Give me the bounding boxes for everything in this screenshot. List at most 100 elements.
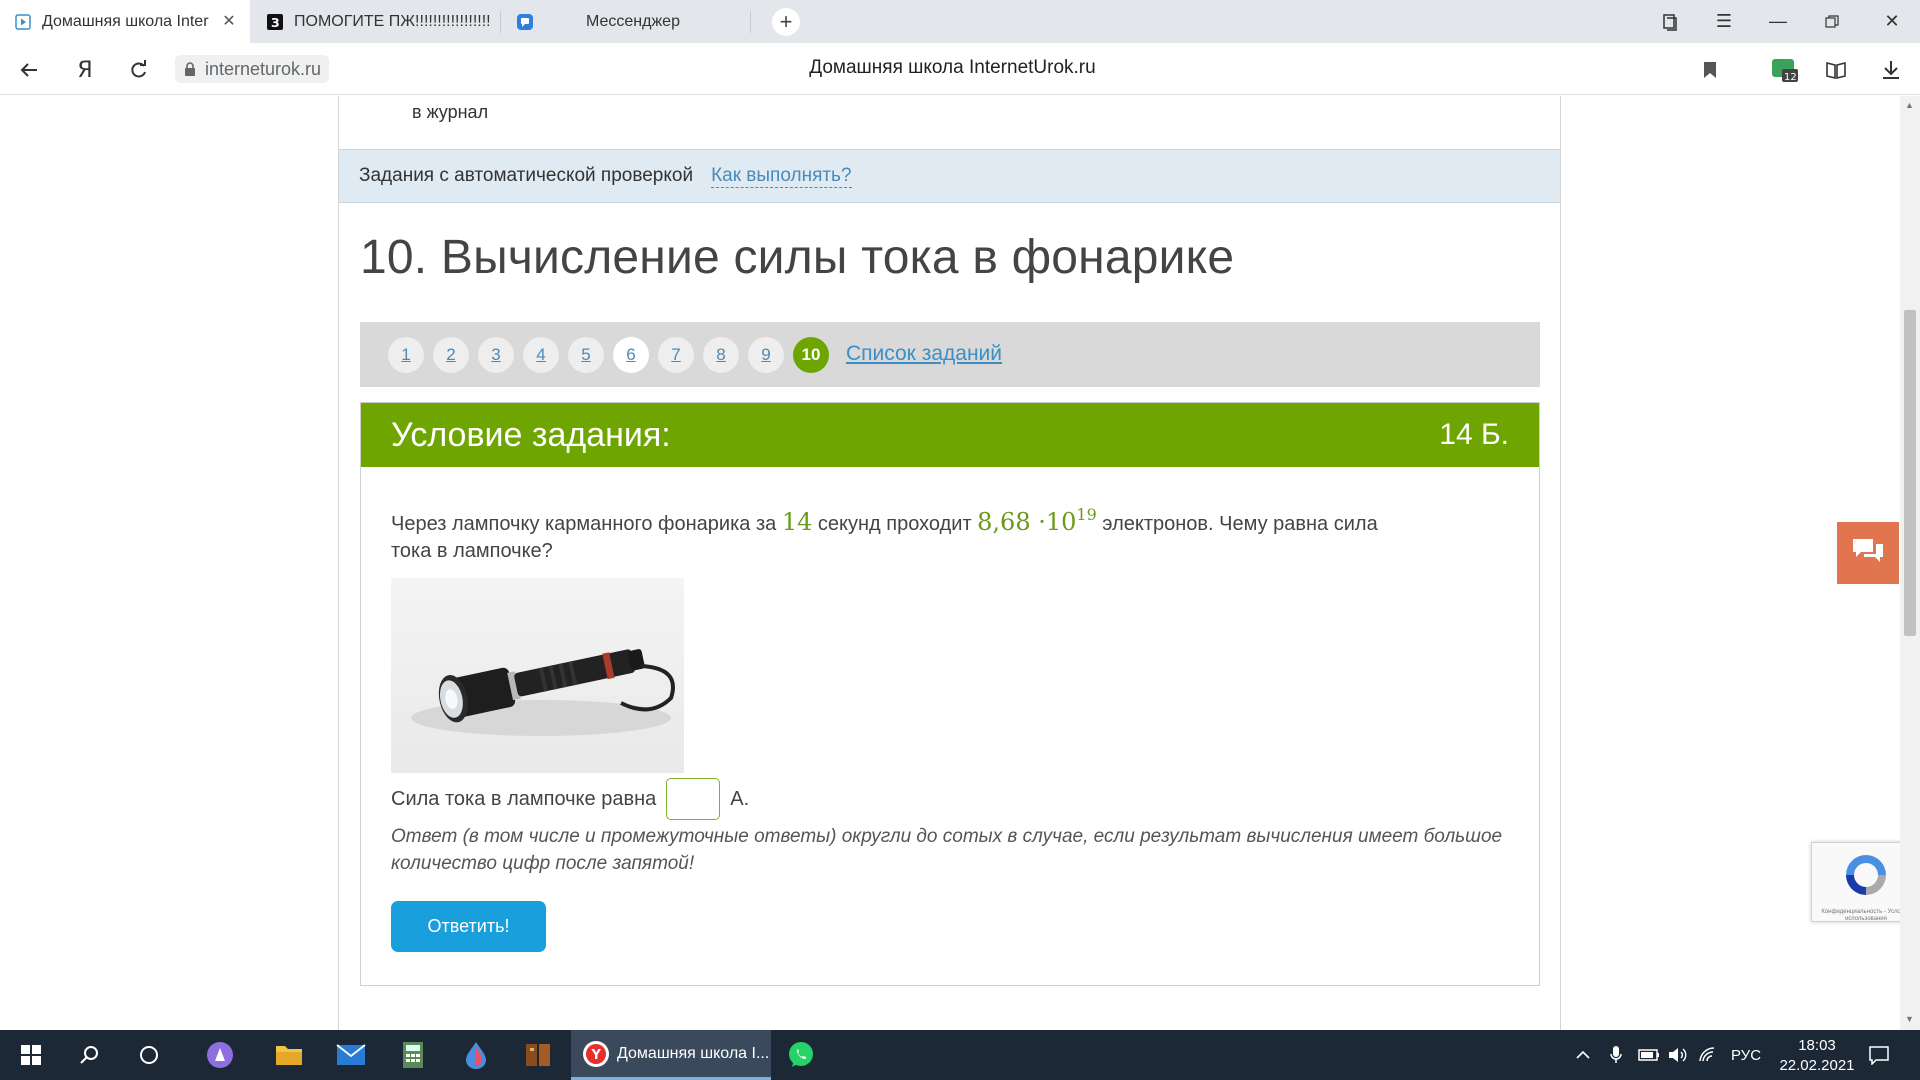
download-icon[interactable] (1876, 55, 1906, 85)
recaptcha-caption: Конфиденциальность - Условия использован… (1821, 909, 1911, 922)
page-scrollbar[interactable]: ▲ ▼ (1900, 96, 1920, 1030)
page-number-10-current[interactable]: 10 (793, 337, 829, 373)
collections-icon[interactable] (1643, 0, 1697, 43)
yandex-icon[interactable]: Я (70, 55, 100, 85)
calculator-icon[interactable] (382, 1030, 444, 1080)
menu-icon[interactable]: ☰ (1697, 0, 1751, 43)
extension-icon[interactable]: 12 (1769, 55, 1799, 85)
auto-check-label: Задания с автоматической проверкой (359, 165, 694, 186)
taskbar-active-browser[interactable]: Y Домашняя школа I... (571, 1030, 771, 1080)
question-seconds: 14 (781, 508, 813, 536)
bookmark-icon[interactable] (1695, 55, 1725, 85)
chat-button[interactable] (1837, 522, 1899, 584)
answer-unit: А. (730, 787, 750, 810)
system-clock[interactable]: 18:03 22.02.2021 (1774, 1036, 1860, 1076)
auto-check-bar: Задания с автоматической проверкой Как в… (339, 149, 1560, 203)
answer-label: Сила тока в лампочке равна (391, 787, 657, 810)
start-icon[interactable] (0, 1030, 62, 1080)
paint-drop-icon[interactable] (445, 1030, 507, 1080)
wifi-icon[interactable] (1698, 1030, 1718, 1080)
task-pager: 1 2 3 4 5 6 7 8 9 10 Список заданий (360, 322, 1540, 387)
volume-icon[interactable] (1668, 1030, 1688, 1080)
close-window-button[interactable]: ✕ (1865, 0, 1919, 43)
submit-answer-button[interactable]: Ответить! (391, 901, 546, 952)
messenger-icon (516, 13, 534, 31)
znanija-icon: З (266, 13, 284, 31)
page-number-5[interactable]: 5 (568, 337, 604, 373)
book-app-icon[interactable] (507, 1030, 569, 1080)
taskbar-active-title: Домашняя школа I... (617, 1044, 770, 1062)
answer-row: Сила тока в лампочке равна А. (391, 778, 749, 820)
answer-hint: Ответ (в том числе и промежуточные ответ… (391, 826, 1503, 874)
url-field[interactable]: interneturok.ru (175, 55, 330, 83)
clock-date: 22.02.2021 (1779, 1057, 1855, 1074)
search-icon[interactable] (58, 1030, 120, 1080)
answer-input[interactable] (666, 778, 721, 820)
scroll-up-icon[interactable]: ▲ (1905, 100, 1915, 110)
task-heading: 10. Вычисление силы тока в фонарике (360, 231, 1235, 284)
chat-icon (1851, 537, 1885, 570)
mail-icon[interactable] (320, 1030, 382, 1080)
question-part-1: Через лампочку карманного фонарика за (391, 513, 782, 535)
task-points: 14 Б. (1439, 418, 1509, 451)
recaptcha-icon (1846, 855, 1886, 895)
notifications-icon[interactable] (1868, 1030, 1890, 1080)
tab-title: Домашняя школа Inter (42, 12, 209, 30)
task-header-title: Условие задания: (391, 416, 671, 454)
tab-interneturok[interactable]: Домашняя школа Inter ✕ (0, 0, 250, 43)
clock-time: 18:03 (1798, 1037, 1836, 1054)
whatsapp-icon[interactable] (770, 1030, 832, 1080)
yandex-browser-icon: Y (583, 1040, 609, 1067)
tab-messenger[interactable]: Мессенджер (502, 0, 748, 43)
restore-button[interactable] (1805, 0, 1859, 43)
page-title: Домашняя школа InternetUrok.ru (809, 57, 1096, 78)
task-card: Условие задания: 14 Б. Через лампочку ка… (360, 402, 1540, 986)
page-number-2[interactable]: 2 (433, 337, 469, 373)
reload-icon[interactable] (124, 55, 154, 85)
play-icon (14, 13, 32, 31)
page-viewport: в журнал Задания с автоматической провер… (0, 96, 1920, 1030)
task-list-link[interactable]: Список заданий (846, 342, 1002, 366)
battery-icon[interactable] (1638, 1030, 1660, 1080)
page-number-1[interactable]: 1 (388, 337, 424, 373)
tray-overflow-icon[interactable] (1575, 1030, 1591, 1080)
page-number-3[interactable]: 3 (478, 337, 514, 373)
journal-text: в журнал (412, 102, 489, 122)
tab-title: ПОМОГИТЕ ПЖ!!!!!!!!!!!!!!!!! (294, 12, 491, 30)
page-number-6[interactable]: 6 (613, 337, 649, 373)
svg-text:З: З (271, 16, 280, 30)
svg-text:Y: Y (591, 1048, 602, 1063)
alice-icon[interactable] (189, 1030, 251, 1080)
page-number-7[interactable]: 7 (658, 337, 694, 373)
file-explorer-icon[interactable] (258, 1030, 320, 1080)
address-bar: Я interneturok.ru Домашняя школа Interne… (0, 43, 1920, 95)
how-to-link[interactable]: Как выполнять? (711, 165, 852, 188)
question-text: Через лампочку карманного фонарика за 14… (391, 501, 1411, 565)
url-text: interneturok.ru (205, 58, 322, 79)
question-mantissa: 8,68 ·10 (977, 508, 1077, 536)
windows-taskbar: Y Домашняя школа I... РУС 18:03 22.02.20… (0, 1030, 1920, 1080)
downloads-badge: 12 (1784, 72, 1797, 83)
tab-znanija[interactable]: З ПОМОГИТЕ ПЖ!!!!!!!!!!!!!!!!! (252, 0, 498, 43)
scroll-thumb[interactable] (1904, 310, 1916, 636)
tab-title: Мессенджер (586, 12, 680, 30)
keyboard-language[interactable]: РУС (1731, 1030, 1761, 1080)
question-part-2: секунд проходит (812, 513, 978, 535)
close-tab-icon[interactable]: ✕ (220, 12, 238, 30)
reading-list-icon[interactable] (1821, 55, 1851, 85)
new-tab-button[interactable]: + (772, 8, 800, 36)
scroll-down-icon[interactable]: ▼ (1905, 1014, 1915, 1024)
flashlight-image (391, 578, 684, 773)
page-number-8[interactable]: 8 (703, 337, 739, 373)
back-icon[interactable] (14, 55, 44, 85)
question-exponent: 19 (1076, 505, 1097, 524)
minimize-button[interactable]: — (1751, 0, 1805, 43)
lock-icon (185, 62, 195, 76)
microphone-icon[interactable] (1610, 1030, 1622, 1080)
task-header: Условие задания: 14 Б. (361, 403, 1539, 467)
cortana-icon[interactable] (118, 1030, 180, 1080)
page-number-4[interactable]: 4 (523, 337, 559, 373)
main-content: в журнал Задания с автоматической провер… (338, 96, 1561, 1030)
tab-bar: Домашняя школа Inter ✕ З ПОМОГИТЕ ПЖ!!!!… (0, 0, 1920, 43)
page-number-9[interactable]: 9 (748, 337, 784, 373)
